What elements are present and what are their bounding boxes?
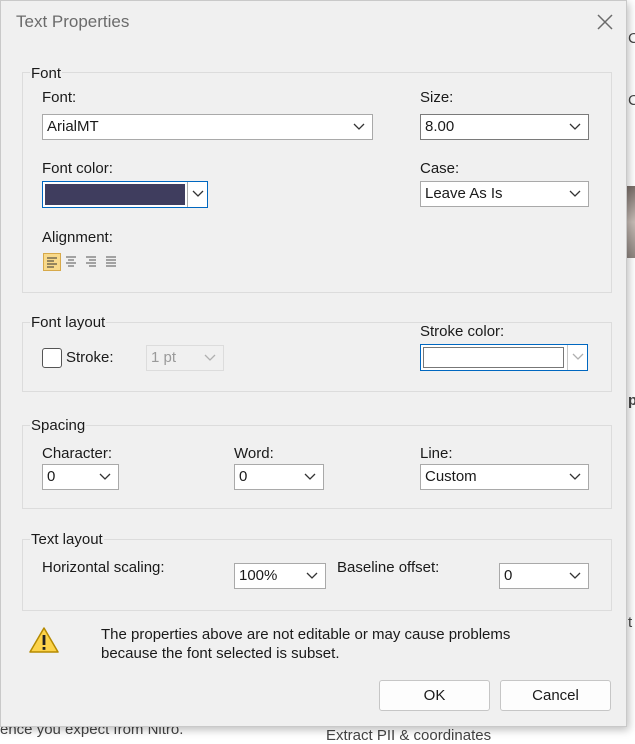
background-image-strip — [627, 186, 635, 258]
line-spacing-select[interactable]: Custom — [420, 464, 589, 490]
align-justify-icon — [106, 256, 116, 267]
stroke-checkbox[interactable] — [42, 348, 62, 368]
chevron-down-icon — [572, 353, 584, 360]
background-text-right: Extract PII & coordinates — [326, 727, 492, 744]
chevron-down-icon — [569, 473, 581, 480]
stroke-width-value: 1 pt — [151, 349, 177, 366]
case-select-value: Leave As Is — [425, 185, 503, 202]
spacing-group-label: Spacing — [30, 417, 87, 434]
font-color-label: Font color: — [42, 160, 113, 177]
horizontal-scaling-select[interactable]: 100% — [234, 563, 326, 589]
case-select[interactable]: Leave As Is — [420, 181, 589, 207]
align-right-button[interactable] — [83, 253, 101, 271]
align-center-button[interactable] — [63, 253, 81, 271]
text-properties-dialog: Text Properties Font Font: ArialMT Size:… — [0, 0, 627, 727]
alignment-label: Alignment: — [42, 229, 113, 246]
baseline-offset-label: Baseline offset: — [337, 559, 440, 576]
warning-line-2: because the font selected is subset. — [101, 645, 340, 662]
align-center-icon — [66, 256, 76, 267]
font-color-swatch — [45, 184, 185, 205]
font-color-picker[interactable] — [42, 181, 208, 208]
stroke-color-dropdown-divider — [567, 345, 568, 370]
align-right-icon — [86, 256, 96, 267]
word-spacing-select[interactable]: 0 — [234, 464, 324, 490]
case-label: Case: — [420, 160, 460, 177]
chevron-down-icon — [204, 354, 216, 361]
align-left-icon — [47, 257, 57, 268]
chevron-down-icon — [192, 190, 204, 197]
stroke-label: Stroke: — [66, 349, 114, 366]
chevron-down-icon — [353, 123, 365, 130]
chevron-down-icon — [569, 190, 581, 197]
character-spacing-select[interactable]: 0 — [42, 464, 119, 490]
size-select-value: 8.00 — [425, 118, 455, 135]
close-icon[interactable] — [589, 9, 621, 37]
line-label: Line: — [420, 445, 453, 462]
horizontal-scaling-value: 100% — [239, 567, 278, 584]
warning-line-1: The properties above are not editable or… — [101, 626, 511, 643]
stroke-color-swatch — [423, 347, 564, 368]
size-label: Size: — [420, 89, 454, 106]
warning-icon — [28, 625, 60, 655]
ok-button[interactable]: OK — [379, 680, 490, 711]
chevron-down-icon — [304, 473, 316, 480]
line-spacing-value: Custom — [425, 468, 477, 485]
font-color-dropdown-divider — [187, 182, 188, 207]
background-glyph: p — [628, 392, 635, 409]
font-layout-group-label: Font layout — [30, 314, 107, 331]
baseline-offset-value: 0 — [504, 567, 513, 584]
font-select-value: ArialMT — [47, 118, 99, 135]
character-spacing-value: 0 — [47, 468, 56, 485]
background-glyph: C — [628, 30, 635, 47]
horizontal-scaling-label: Horizontal scaling: — [42, 559, 165, 576]
chevron-down-icon — [569, 123, 581, 130]
align-left-button[interactable] — [43, 253, 61, 271]
cancel-button[interactable]: Cancel — [500, 680, 611, 711]
baseline-offset-select[interactable]: 0 — [499, 563, 589, 589]
character-label: Character: — [42, 445, 113, 462]
word-label: Word: — [234, 445, 274, 462]
background-glyph: C — [628, 92, 635, 109]
text-layout-group-label: Text layout — [30, 531, 104, 548]
title-bar: Text Properties — [1, 1, 626, 45]
size-select[interactable]: 8.00 — [420, 114, 589, 140]
font-label: Font: — [42, 89, 77, 106]
dialog-title: Text Properties — [16, 12, 130, 31]
word-spacing-value: 0 — [239, 468, 248, 485]
stroke-color-label: Stroke color: — [420, 323, 505, 340]
font-select[interactable]: ArialMT — [42, 114, 373, 140]
font-group-label: Font — [30, 65, 63, 82]
stroke-width-select: 1 pt — [146, 345, 224, 371]
align-justify-button[interactable] — [103, 253, 121, 271]
background-glyph: t — [628, 614, 633, 631]
chevron-down-icon — [306, 572, 318, 579]
chevron-down-icon — [569, 572, 581, 579]
chevron-down-icon — [99, 473, 111, 480]
stroke-color-picker[interactable] — [420, 344, 588, 371]
